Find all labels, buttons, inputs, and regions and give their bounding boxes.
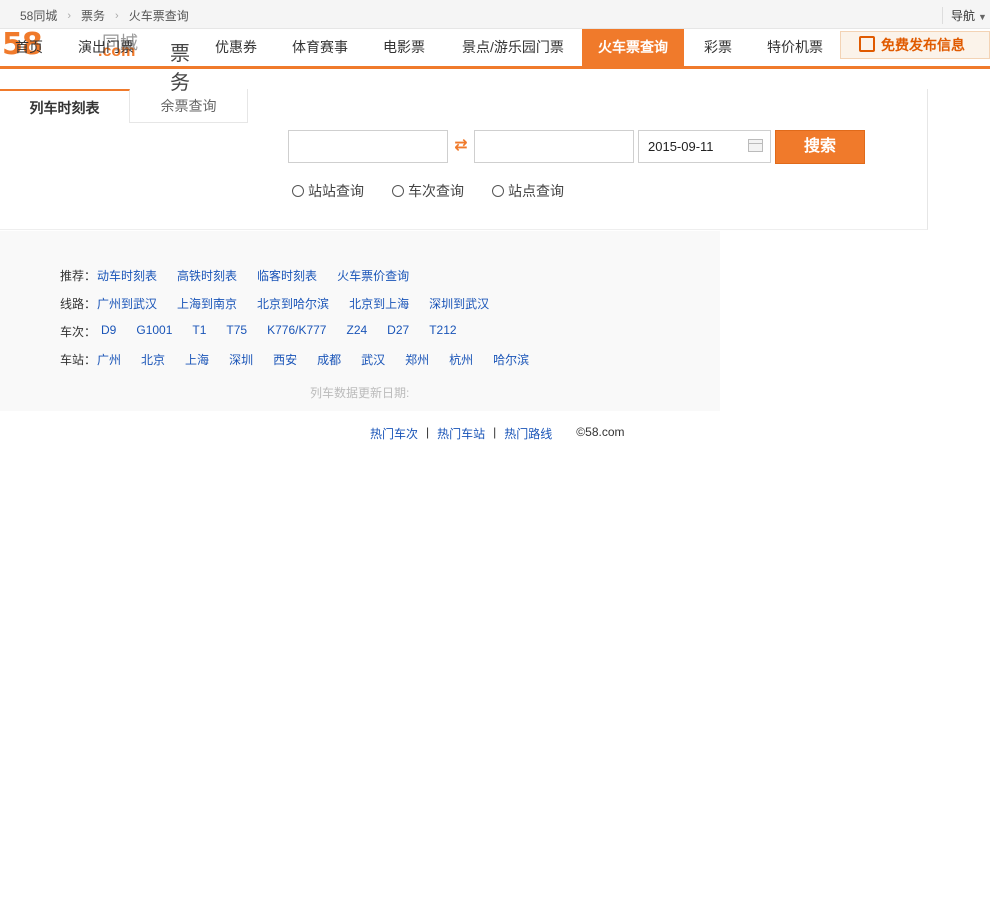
nav-item-shows[interactable]: 演出门票 bbox=[62, 29, 150, 66]
footer-link-hot-trains[interactable]: 热门车次 bbox=[370, 425, 418, 442]
nav-item-movies[interactable]: 电影票 bbox=[370, 29, 438, 66]
station-link[interactable]: 郑州 bbox=[405, 351, 429, 368]
row-label: 车站： bbox=[60, 353, 97, 367]
train-link[interactable]: K776/K777 bbox=[267, 323, 326, 340]
copyright: ©58.com bbox=[576, 425, 625, 439]
main-header: 58 同城 .com 票务 首页 演出门票 优惠券 体育赛事 电影票 景点/游乐… bbox=[0, 27, 990, 94]
train-link[interactable]: T212 bbox=[429, 323, 456, 340]
route-link[interactable]: 深圳到武汉 bbox=[429, 295, 489, 312]
nav-item-coupons[interactable]: 优惠券 bbox=[196, 29, 276, 66]
radio-circle-icon[interactable] bbox=[392, 185, 404, 197]
nav-item-attractions[interactable]: 景点/游乐园门票 bbox=[448, 29, 578, 66]
departure-station-input[interactable] bbox=[288, 130, 448, 163]
footer-link-hot-stations[interactable]: 热门车站 bbox=[437, 425, 485, 442]
breadcrumb-current: 火车票查询 bbox=[128, 9, 189, 23]
row-label: 推荐： bbox=[60, 269, 97, 283]
footer-link-hot-routes[interactable]: 热门路线 bbox=[504, 425, 552, 442]
footer: 热门车次 | 热门车站 | 热门路线 ©58.com bbox=[370, 425, 625, 442]
route-link[interactable]: 北京到上海 bbox=[349, 295, 409, 312]
nav-item-home[interactable]: 首页 bbox=[0, 29, 58, 66]
radio-station[interactable]: 站点查询 bbox=[492, 181, 564, 201]
nav-item-train[interactable]: 火车票查询 bbox=[582, 29, 684, 66]
station-row: 车站： 广州 北京 上海 深圳 西安 成都 武汉 郑州 杭州 哈尔滨 bbox=[60, 351, 549, 368]
edit-icon bbox=[859, 36, 875, 52]
train-link[interactable]: D9 bbox=[101, 323, 116, 340]
breadcrumb-tickets[interactable]: 票务 bbox=[81, 7, 105, 24]
recommend-link[interactable]: 高铁时刻表 bbox=[177, 267, 237, 284]
swap-icon[interactable]: ⇄ bbox=[451, 138, 471, 154]
train-link[interactable]: G1001 bbox=[136, 323, 172, 340]
row-label: 车次： bbox=[60, 325, 97, 339]
train-link[interactable]: T75 bbox=[226, 323, 247, 340]
station-link[interactable]: 广州 bbox=[97, 351, 121, 368]
nav-menu-label: 导航 bbox=[951, 9, 976, 23]
radio-station-to-station[interactable]: 站站查询 bbox=[292, 181, 364, 201]
station-link[interactable]: 哈尔滨 bbox=[493, 351, 529, 368]
train-link[interactable]: Z24 bbox=[346, 323, 367, 340]
tab-remaining-tickets[interactable]: 余票查询 bbox=[130, 89, 248, 123]
row-label: 线路： bbox=[60, 297, 97, 311]
divider: | bbox=[426, 425, 430, 439]
divider: | bbox=[493, 425, 497, 439]
station-link[interactable]: 北京 bbox=[141, 351, 165, 368]
station-link[interactable]: 杭州 bbox=[449, 351, 473, 368]
recommend-link[interactable]: 临客时刻表 bbox=[257, 267, 317, 284]
nav-item-sports[interactable]: 体育赛事 bbox=[280, 29, 360, 66]
radio-circle-icon[interactable] bbox=[292, 185, 304, 197]
route-link[interactable]: 北京到哈尔滨 bbox=[257, 295, 329, 312]
caret-down-icon: ▼ bbox=[978, 12, 987, 22]
route-link[interactable]: 广州到武汉 bbox=[97, 295, 157, 312]
chevron-right-icon: › bbox=[115, 9, 119, 22]
radio-label: 车次查询 bbox=[408, 183, 464, 199]
nav-item-flights[interactable]: 特价机票 bbox=[756, 29, 834, 66]
date-field[interactable]: 2015-09-11 bbox=[638, 130, 771, 163]
station-link[interactable]: 成都 bbox=[317, 351, 341, 368]
nav-menu-button[interactable]: 导航 ▼ bbox=[942, 7, 990, 24]
radio-circle-icon[interactable] bbox=[492, 185, 504, 197]
arrival-station-input[interactable] bbox=[474, 130, 634, 163]
train-link[interactable]: T1 bbox=[192, 323, 206, 340]
station-link[interactable]: 武汉 bbox=[361, 351, 385, 368]
search-panel: 列车时刻表 余票查询 ⇄ 2015-09-11 搜索 站站查询 车次查询 站点查… bbox=[0, 89, 928, 230]
query-mode-group: 站站查询 车次查询 站点查询 bbox=[292, 181, 592, 201]
recommend-link[interactable]: 火车票价查询 bbox=[337, 267, 409, 284]
train-link[interactable]: D27 bbox=[387, 323, 409, 340]
radio-label: 站站查询 bbox=[308, 183, 364, 199]
station-link[interactable]: 深圳 bbox=[229, 351, 253, 368]
route-link[interactable]: 上海到南京 bbox=[177, 295, 237, 312]
recommend-row: 推荐： 动车时刻表 高铁时刻表 临客时刻表 火车票价查询 bbox=[60, 267, 429, 284]
train-row: 车次： D9 G1001 T1 T75 K776/K777 Z24 D27 T2… bbox=[60, 323, 477, 340]
station-link[interactable]: 上海 bbox=[185, 351, 209, 368]
radio-label: 站点查询 bbox=[508, 183, 564, 199]
breadcrumb: 58同城 › 票务 › 火车票查询 bbox=[20, 7, 189, 24]
top-bar: 58同城 › 票务 › 火车票查询 导航 ▼ bbox=[0, 0, 990, 29]
breadcrumb-home[interactable]: 58同城 bbox=[20, 7, 57, 24]
nav-item-lottery[interactable]: 彩票 bbox=[690, 29, 746, 66]
radio-train-number[interactable]: 车次查询 bbox=[392, 181, 464, 201]
chevron-right-icon: › bbox=[67, 9, 72, 22]
calendar-icon[interactable] bbox=[748, 139, 763, 152]
recommend-link[interactable]: 动车时刻表 bbox=[97, 267, 157, 284]
data-update-date: 列车数据更新日期: bbox=[310, 386, 410, 400]
route-row: 线路： 广州到武汉 上海到南京 北京到哈尔滨 北京到上海 深圳到武汉 bbox=[60, 295, 509, 312]
search-button[interactable]: 搜索 bbox=[775, 130, 865, 164]
date-value: 2015-09-11 bbox=[648, 139, 714, 154]
recommend-box: 推荐： 动车时刻表 高铁时刻表 临客时刻表 火车票价查询 线路： 广州到武汉 上… bbox=[0, 231, 720, 411]
logo-section: 票务 bbox=[170, 43, 190, 94]
station-link[interactable]: 西安 bbox=[273, 351, 297, 368]
publish-label: 免费发布信息 bbox=[881, 37, 965, 53]
publish-button[interactable]: 免费发布信息 bbox=[840, 31, 990, 59]
tab-timetable[interactable]: 列车时刻表 bbox=[0, 89, 130, 123]
